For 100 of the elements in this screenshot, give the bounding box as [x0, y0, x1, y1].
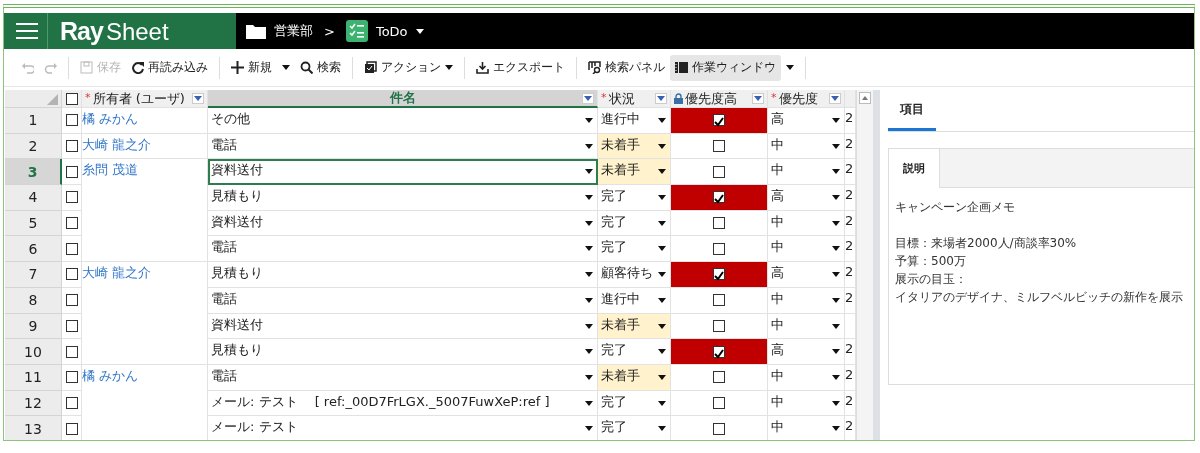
priority-cell[interactable]: 高 [768, 339, 845, 365]
high-priority-checkbox[interactable] [713, 319, 725, 332]
subject-cell[interactable]: 資料送付 [208, 313, 598, 340]
subject-cell[interactable]: 資料送付 [208, 159, 598, 186]
scroll-up-button[interactable] [859, 92, 871, 104]
status-cell[interactable]: 未着手 [598, 364, 671, 391]
sheet-selector[interactable]: ToDo [375, 23, 408, 39]
row-number[interactable]: 5 [5, 210, 62, 237]
subject-cell[interactable]: その他 [208, 108, 598, 134]
high-priority-checkbox[interactable] [713, 217, 725, 230]
row-number[interactable]: 13 [5, 416, 62, 440]
column-header[interactable]: 優先度高 [671, 90, 768, 108]
row-checkbox[interactable] [65, 268, 78, 281]
high-priority-checkbox[interactable] [713, 422, 725, 435]
high-priority-checkbox[interactable] [713, 165, 725, 178]
row-number[interactable]: 7 [5, 262, 62, 288]
filter-button[interactable] [752, 93, 764, 104]
row-checkbox[interactable] [65, 217, 78, 230]
status-cell[interactable]: 完了 [598, 210, 671, 237]
high-priority-checkbox[interactable] [713, 191, 725, 204]
subject-cell[interactable]: 見積もり [208, 262, 598, 288]
high-priority-checkbox[interactable] [713, 294, 725, 307]
filter-button[interactable] [829, 93, 841, 104]
work-window-button[interactable]: 作業ウィンドウ [670, 54, 781, 81]
subject-cell[interactable]: 見積もり [208, 339, 598, 365]
subject-cell[interactable]: メール: テスト [208, 416, 598, 440]
column-header[interactable]: 件名 [208, 90, 598, 108]
subject-cell[interactable]: 電話 [208, 364, 598, 391]
export-button[interactable]: エクスポート [471, 54, 570, 81]
row-checkbox[interactable] [65, 422, 78, 435]
column-header[interactable]: *所有者 (ユーザ) [82, 90, 208, 108]
reload-button[interactable]: 再読み込み [126, 54, 213, 81]
search-panel-button[interactable]: 検索パネル [583, 54, 670, 81]
high-priority-checkbox[interactable] [713, 114, 725, 127]
subject-cell[interactable]: 電話 [208, 133, 598, 160]
search-button[interactable]: 検索 [295, 54, 346, 81]
row-number[interactable]: 2 [5, 133, 62, 160]
filter-button[interactable] [655, 93, 667, 104]
status-cell[interactable]: 未着手 [598, 159, 671, 186]
high-priority-checkbox[interactable] [713, 371, 725, 384]
priority-cell[interactable]: 中 [768, 364, 845, 391]
status-cell[interactable]: 未着手 [598, 133, 671, 160]
row-checkbox[interactable] [65, 371, 78, 384]
priority-cell[interactable]: 中 [768, 236, 845, 263]
priority-cell[interactable]: 高 [768, 262, 845, 288]
action-button[interactable]: アクション [359, 54, 458, 81]
row-checkbox[interactable] [65, 114, 78, 127]
high-priority-checkbox[interactable] [713, 268, 725, 281]
row-checkbox[interactable] [65, 140, 78, 153]
row-number[interactable]: 3 [5, 159, 62, 186]
row-number[interactable]: 10 [5, 339, 62, 365]
status-cell[interactable]: 未着手 [598, 313, 671, 340]
subject-cell[interactable]: 見積もり [208, 185, 598, 211]
row-checkbox[interactable] [65, 294, 78, 307]
panel-tab[interactable]: 項目 [888, 97, 936, 131]
row-checkbox[interactable] [65, 191, 78, 204]
status-cell[interactable]: 進行中 [598, 287, 671, 314]
row-checkbox[interactable] [65, 345, 78, 358]
description-tab[interactable]: 説明 [889, 149, 940, 188]
priority-cell[interactable]: 中 [768, 133, 845, 160]
priority-cell[interactable]: 中 [768, 159, 845, 186]
status-cell[interactable]: 完了 [598, 416, 671, 440]
priority-cell[interactable]: 中 [768, 287, 845, 314]
row-checkbox[interactable] [65, 396, 78, 409]
high-priority-checkbox[interactable] [713, 140, 725, 153]
row-checkbox[interactable] [65, 242, 78, 255]
row-number[interactable]: 4 [5, 185, 62, 211]
breadcrumb-link[interactable]: 営業部 [274, 22, 313, 40]
status-cell[interactable]: 完了 [598, 236, 671, 263]
owner-link[interactable]: 橘 みかん [82, 108, 208, 134]
row-number[interactable]: 6 [5, 236, 62, 263]
high-priority-checkbox[interactable] [713, 396, 725, 409]
priority-cell[interactable]: 高 [768, 108, 845, 134]
row-number[interactable]: 8 [5, 287, 62, 314]
new-button[interactable]: 新規 [226, 54, 277, 81]
row-number[interactable]: 1 [5, 108, 62, 134]
row-checkbox[interactable] [65, 319, 78, 332]
row-number[interactable]: 9 [5, 313, 62, 340]
subject-cell[interactable]: 電話 [208, 287, 598, 314]
priority-cell[interactable]: 中 [768, 416, 845, 440]
column-header[interactable]: *状況 [598, 90, 671, 108]
filter-button[interactable] [582, 93, 594, 104]
scrollbar[interactable] [856, 90, 873, 440]
row-number[interactable]: 12 [5, 390, 62, 417]
priority-cell[interactable]: 中 [768, 313, 845, 340]
select-all-checkbox[interactable] [65, 92, 78, 105]
column-header[interactable]: *優先度 [768, 90, 845, 108]
subject-cell[interactable]: メール: テスト [ ref:_00D7FrLGX._5007FuwXeP:ref ] [208, 390, 598, 417]
owner-link[interactable]: 大崎 龍之介 [82, 133, 208, 160]
status-cell[interactable]: 完了 [598, 390, 671, 417]
priority-cell[interactable]: 高 [768, 185, 845, 211]
filter-button[interactable] [192, 93, 204, 104]
row-number[interactable]: 11 [5, 364, 62, 391]
high-priority-checkbox[interactable] [713, 242, 725, 255]
high-priority-checkbox[interactable] [713, 345, 725, 358]
row-checkbox[interactable] [65, 165, 78, 178]
menu-icon[interactable] [16, 22, 38, 40]
subject-cell[interactable]: 資料送付 [208, 210, 598, 237]
priority-cell[interactable]: 中 [768, 390, 845, 417]
priority-cell[interactable]: 中 [768, 210, 845, 237]
